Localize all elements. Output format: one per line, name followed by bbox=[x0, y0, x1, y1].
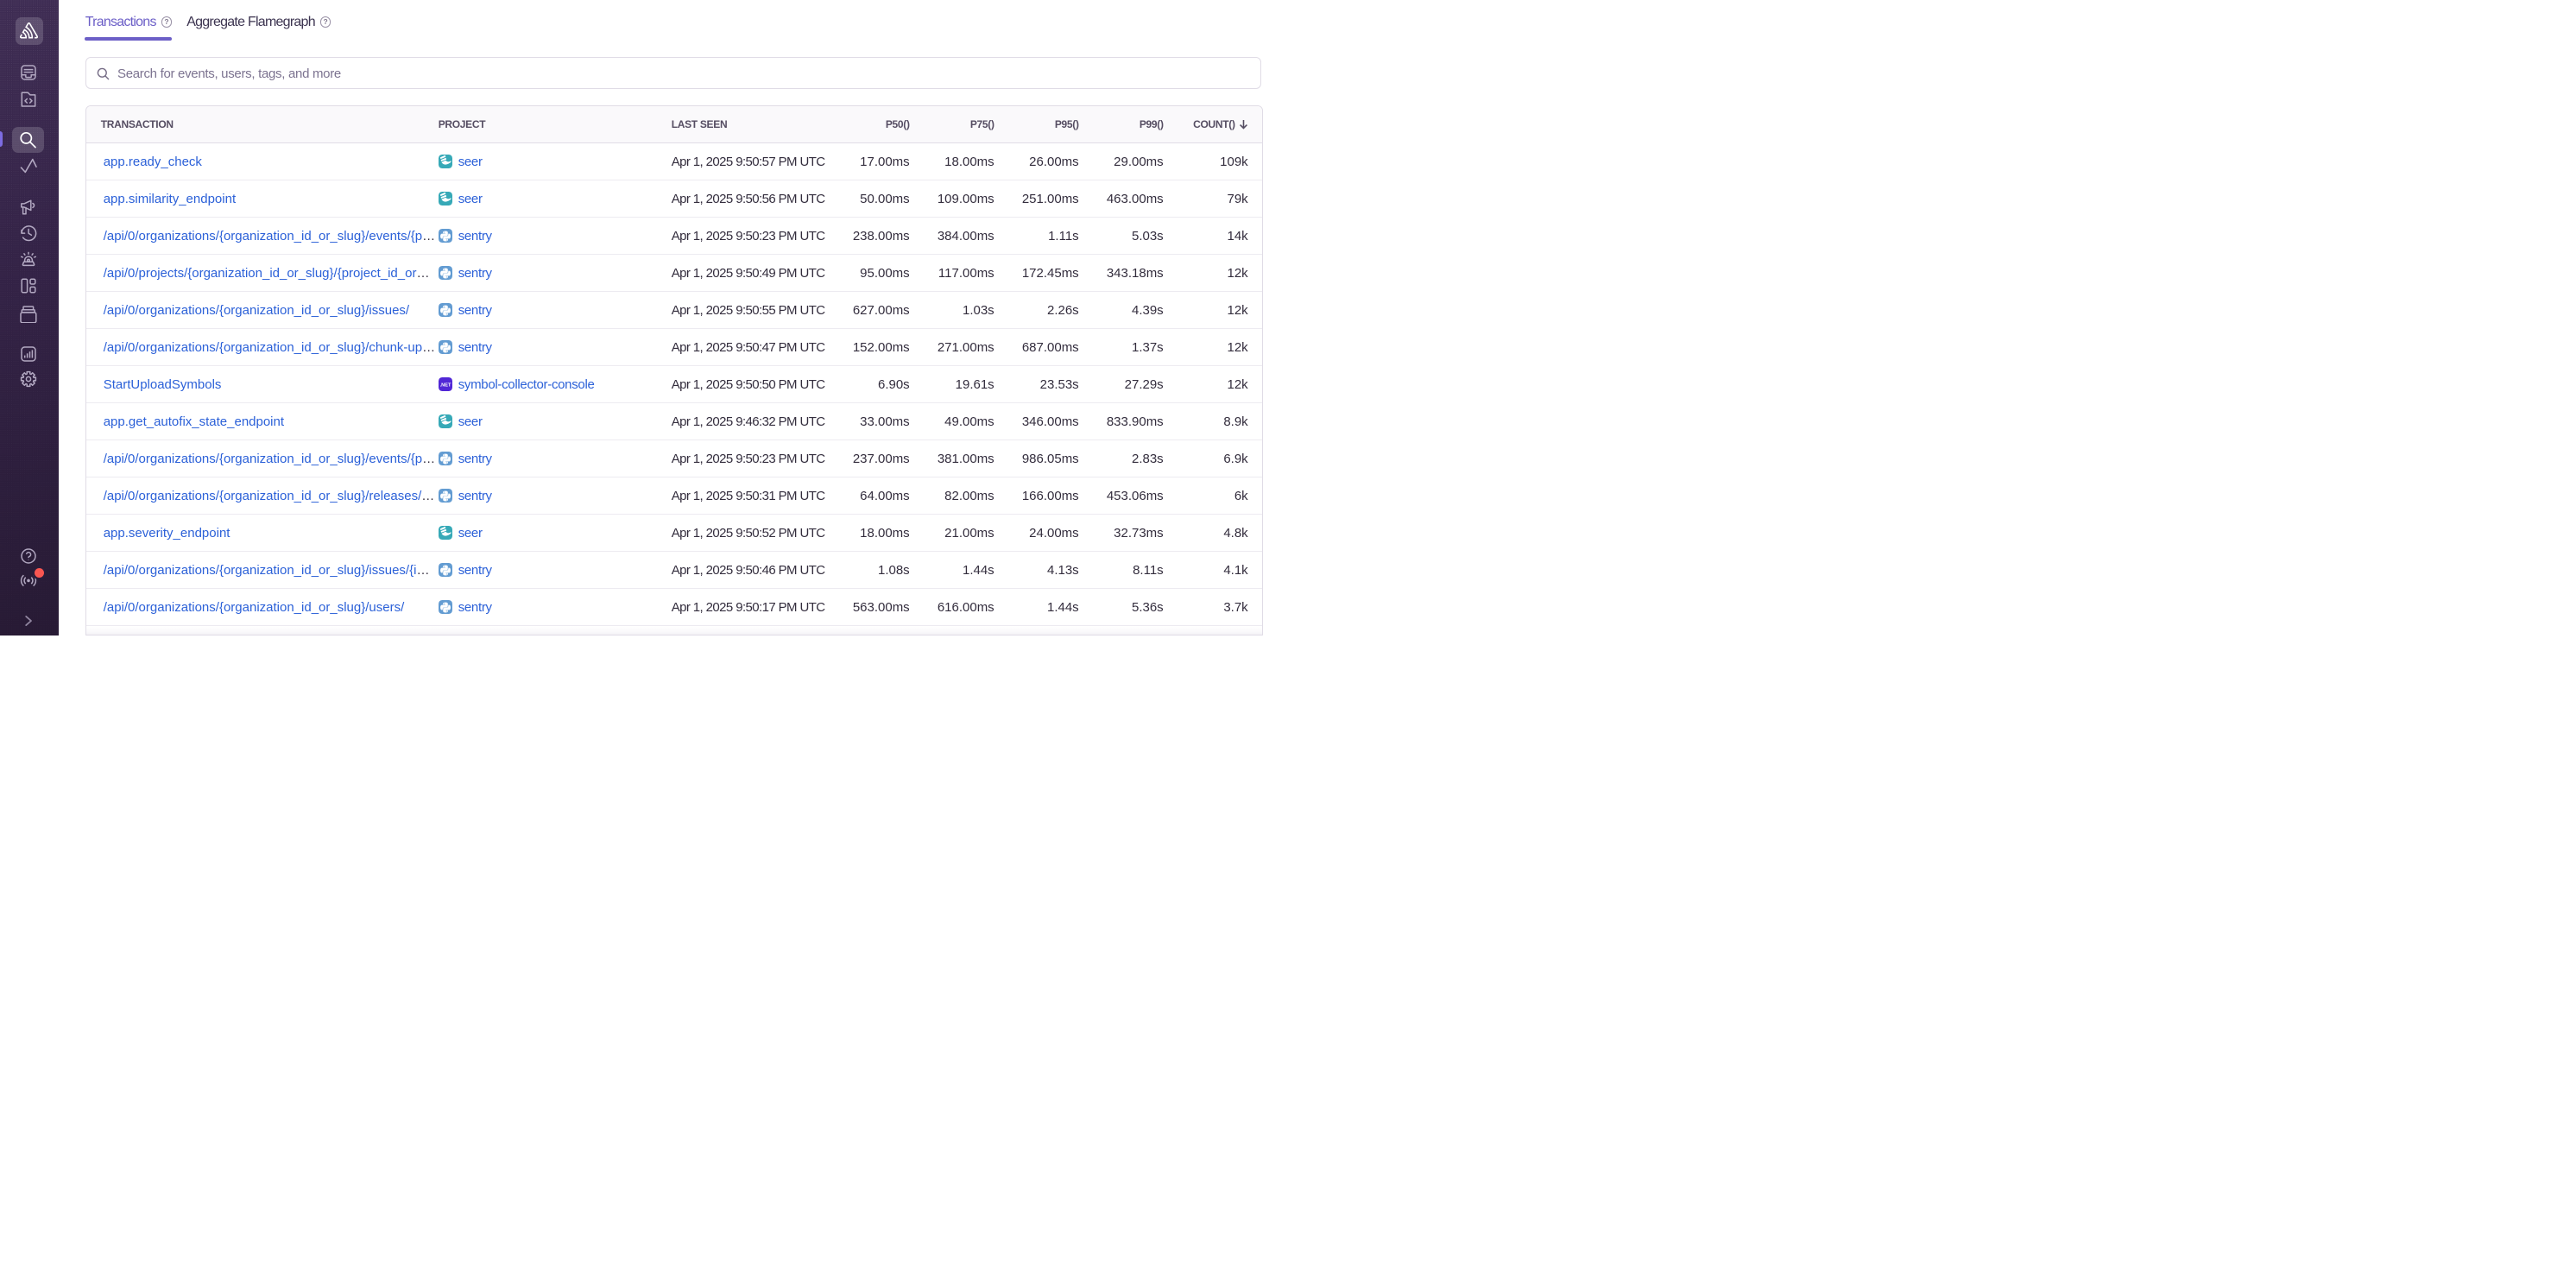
svg-text:.NET: .NET bbox=[439, 383, 451, 388]
